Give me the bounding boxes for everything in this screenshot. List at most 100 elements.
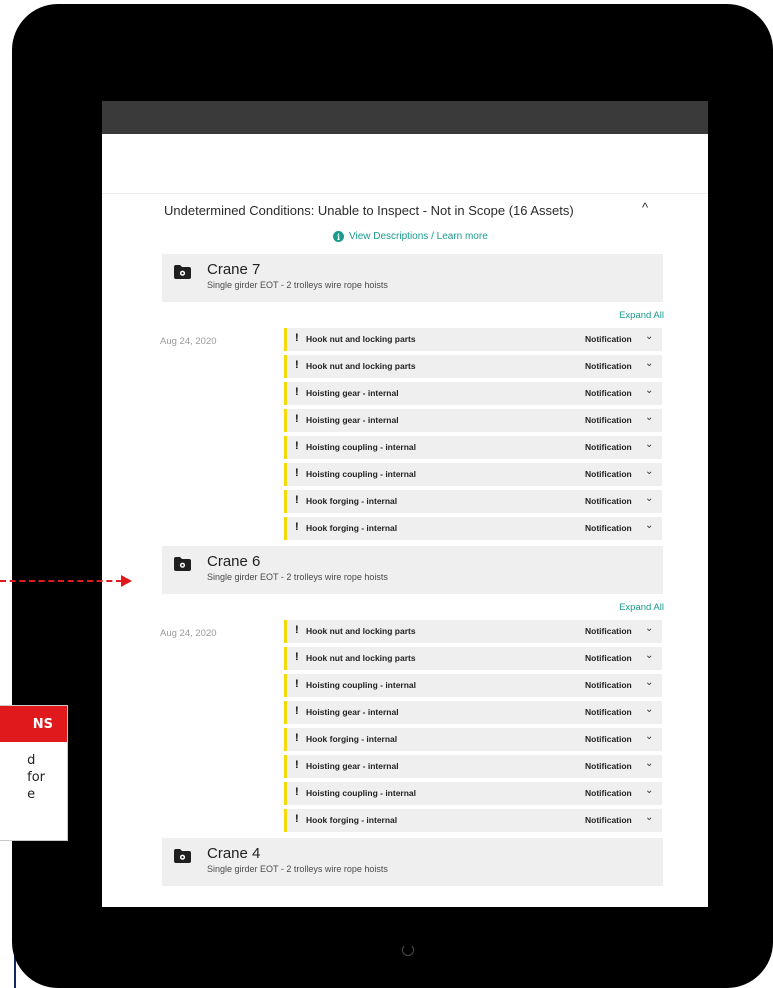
finding-name: Hook forging - internal: [306, 734, 398, 744]
finding-row[interactable]: ! Hoisting coupling - internal Notificatio…: [284, 436, 662, 459]
app-top-bar: [102, 101, 708, 134]
finding-row[interactable]: ! Hoisting gear - internal Notification ⌄: [284, 382, 662, 405]
finding-status: Notification: [585, 361, 632, 371]
finding-name: Hook forging - internal: [306, 496, 398, 506]
finding-row[interactable]: ! Hook nut and locking parts Notification ⌄: [284, 328, 662, 351]
chevron-down-icon[interactable]: ⌄: [645, 731, 653, 742]
chevron-down-icon[interactable]: ⌄: [645, 412, 653, 423]
finding-status: Notification: [585, 415, 632, 425]
finding-row[interactable]: ! Hook nut and locking parts Notification ⌄: [284, 620, 662, 643]
alert-icon: !: [295, 759, 299, 771]
alert-icon: !: [295, 494, 299, 506]
callout-header: NS: [0, 706, 67, 742]
learn-more-label[interactable]: View Descriptions / Learn more: [349, 231, 488, 242]
alert-icon: !: [295, 678, 299, 690]
crane-card[interactable]: Crane 4 Single girder EOT - 2 trolleys w…: [162, 838, 663, 886]
finding-name: Hook nut and locking parts: [306, 361, 416, 371]
chevron-down-icon[interactable]: ⌄: [645, 785, 653, 796]
chevron-down-icon[interactable]: ⌄: [645, 358, 653, 369]
finding-row[interactable]: ! Hoisting coupling - internal Notificatio…: [284, 674, 662, 697]
alert-icon: !: [295, 651, 299, 663]
alert-icon: !: [295, 386, 299, 398]
inspection-group: Aug 24, 2020 ! Hook nut and locking parts…: [102, 620, 708, 832]
crane-subtitle: Single girder EOT - 2 trolleys wire rope…: [207, 572, 388, 582]
finding-status: Notification: [585, 734, 632, 744]
chevron-down-icon[interactable]: ⌄: [645, 623, 653, 634]
chevron-down-icon[interactable]: ⌄: [645, 758, 653, 769]
alert-icon: !: [295, 359, 299, 371]
learn-more-link[interactable]: i View Descriptions / Learn more: [333, 231, 488, 242]
expand-row: Expand All: [102, 302, 708, 328]
collapse-chevron-icon[interactable]: ^: [642, 200, 648, 215]
alert-icon: !: [295, 467, 299, 479]
finding-status: Notification: [585, 334, 632, 344]
home-button[interactable]: [402, 944, 414, 956]
crane-title: Crane 6: [207, 553, 261, 570]
finding-row[interactable]: ! Hook forging - internal Notification ⌄: [284, 728, 662, 751]
finding-status: Notification: [585, 469, 632, 479]
info-icon: i: [333, 231, 344, 242]
alert-icon: !: [295, 413, 299, 425]
finding-row[interactable]: ! Hook forging - internal Notification ⌄: [284, 809, 662, 832]
inspection-group: Aug 24, 2020 ! Hook nut and locking parts…: [102, 328, 708, 540]
finding-row[interactable]: ! Hoisting gear - internal Notification ⌄: [284, 409, 662, 432]
chevron-down-icon[interactable]: ⌄: [645, 493, 653, 504]
expand-all-button[interactable]: Expand All: [619, 602, 664, 613]
chevron-down-icon[interactable]: ⌄: [645, 704, 653, 715]
finding-row[interactable]: ! Hoisting gear - internal Notification ⌄: [284, 701, 662, 724]
chevron-down-icon[interactable]: ⌄: [645, 812, 653, 823]
crane-subtitle: Single girder EOT - 2 trolleys wire rope…: [207, 280, 388, 290]
finding-row[interactable]: ! Hoisting gear - internal Notification ⌄: [284, 755, 662, 778]
alert-icon: !: [295, 624, 299, 636]
crane-card[interactable]: Crane 6 Single girder EOT - 2 trolleys w…: [162, 546, 663, 594]
finding-name: Hoisting gear - internal: [306, 415, 399, 425]
chevron-down-icon[interactable]: ⌄: [645, 520, 653, 531]
tablet-frame: Undetermined Conditions: Unable to Inspe…: [12, 4, 773, 988]
crane-title: Crane 4: [207, 845, 261, 862]
finding-row[interactable]: ! Hoisting coupling - internal Notificatio…: [284, 463, 662, 486]
finding-name: Hook nut and locking parts: [306, 626, 416, 636]
callout-line: d: [27, 753, 36, 768]
alert-icon: !: [295, 732, 299, 744]
folder-gear-icon: [174, 849, 191, 863]
annotation-arrow-line: [0, 580, 122, 582]
callout-body: d for e: [27, 752, 45, 803]
finding-name: Hook nut and locking parts: [306, 334, 416, 344]
inspection-date: Aug 24, 2020: [160, 628, 217, 639]
chevron-down-icon[interactable]: ⌄: [645, 677, 653, 688]
annotation-arrow-head: [121, 575, 132, 587]
finding-name: Hoisting coupling - internal: [306, 469, 417, 479]
expand-all-button[interactable]: Expand All: [619, 310, 664, 321]
finding-row[interactable]: ! Hook forging - internal Notification ⌄: [284, 490, 662, 513]
folder-gear-icon: [174, 557, 191, 571]
finding-row[interactable]: ! Hook nut and locking parts Notification ⌄: [284, 647, 662, 670]
expand-row: Expand All: [102, 594, 708, 620]
finding-row[interactable]: ! Hoisting coupling - internal Notificatio…: [284, 782, 662, 805]
chevron-down-icon[interactable]: ⌄: [645, 439, 653, 450]
chevron-down-icon[interactable]: ⌄: [645, 650, 653, 661]
finding-list: ! Hook nut and locking parts Notification ⌄…: [284, 620, 662, 832]
finding-status: Notification: [585, 707, 632, 717]
learn-more-row: i View Descriptions / Learn more: [102, 226, 708, 254]
chevron-down-icon[interactable]: ⌄: [645, 331, 653, 342]
folder-gear-icon: [174, 265, 191, 279]
finding-row[interactable]: ! Hook forging - internal Notification ⌄: [284, 517, 662, 540]
app-subheader: [102, 134, 708, 194]
chevron-down-icon[interactable]: ⌄: [645, 385, 653, 396]
callout-line: e: [27, 787, 36, 802]
alert-icon: !: [295, 705, 299, 717]
crane-title: Crane 7: [207, 261, 261, 278]
crane-card[interactable]: Crane 7 Single girder EOT - 2 trolleys w…: [162, 254, 663, 302]
finding-name: Hoisting gear - internal: [306, 388, 399, 398]
chevron-down-icon[interactable]: ⌄: [645, 466, 653, 477]
finding-status: Notification: [585, 523, 632, 533]
finding-status: Notification: [585, 388, 632, 398]
callout-card: NS d for e: [0, 705, 68, 841]
section-header[interactable]: Undetermined Conditions: Unable to Inspe…: [102, 194, 708, 226]
finding-status: Notification: [585, 496, 632, 506]
finding-row[interactable]: ! Hook nut and locking parts Notification ⌄: [284, 355, 662, 378]
tablet-screen: Undetermined Conditions: Unable to Inspe…: [102, 101, 708, 907]
finding-name: Hook nut and locking parts: [306, 653, 416, 663]
alert-icon: !: [295, 813, 299, 825]
finding-status: Notification: [585, 626, 632, 636]
